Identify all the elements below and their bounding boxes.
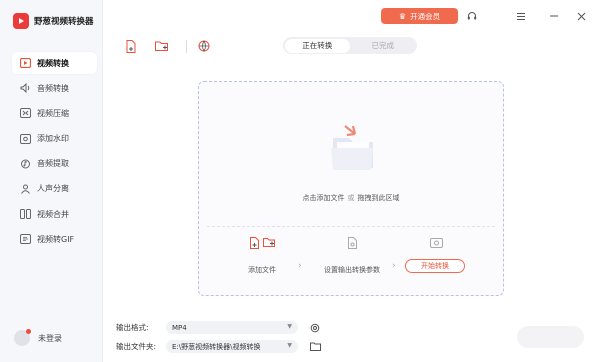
sidebar-item-video-merge[interactable]: 视频合并: [12, 203, 97, 225]
sidebar-item-audio-convert[interactable]: 音频转换: [12, 77, 97, 99]
tab-done[interactable]: 已完成: [350, 39, 416, 53]
globe-icon[interactable]: [197, 39, 211, 53]
convert-all-button[interactable]: [517, 326, 584, 348]
audio-extract-icon: [19, 158, 31, 170]
add-file-icon[interactable]: [124, 39, 138, 53]
vip-button-label: 开通会员: [410, 11, 441, 21]
sidebar-item-label: 添加水印: [37, 134, 69, 144]
convert-icon: [429, 237, 443, 250]
output-format-value: MP4: [172, 323, 187, 332]
add-file-icon: [249, 237, 260, 251]
settings-file-icon: [347, 237, 358, 251]
chevron-down-icon: ▼: [287, 342, 292, 349]
menu-icon[interactable]: [515, 10, 527, 22]
chevron-right-icon: ›: [298, 261, 302, 271]
video-compress-icon: [19, 107, 31, 119]
login-status: 未登录: [38, 333, 62, 343]
video-convert-icon: [19, 57, 31, 69]
start-convert-button[interactable]: 开始转换: [405, 259, 465, 273]
step-start: [396, 153, 476, 250]
audio-convert-icon: [19, 82, 31, 94]
step-set-params-label: 设置输出转换参数: [324, 266, 380, 274]
sidebar-item-video-convert[interactable]: 视频转换: [12, 52, 97, 74]
step-add-files-label: 添加文件: [248, 266, 276, 274]
step-add-files: 添加文件: [222, 153, 302, 275]
sidebar-item-watermark[interactable]: 添加水印: [12, 128, 97, 150]
video-merge-icon: [19, 208, 31, 220]
step-set-params: 设置输出转换参数: [312, 153, 392, 275]
sidebar-item-label: 人声分离: [37, 184, 69, 194]
app-logo-icon: [13, 13, 29, 29]
folder-icon[interactable]: [309, 341, 321, 353]
app-name: 野葱视频转换器: [34, 17, 94, 27]
output-folder-select[interactable]: E:\野葱视频转换器\视频转换 ▼: [166, 340, 298, 353]
app-brand: 野葱视频转换器: [13, 13, 94, 29]
voice-separate-icon: [19, 183, 31, 195]
conversion-tabs: 正在转换 已完成: [283, 37, 417, 54]
video-gif-icon: [19, 233, 31, 245]
crown-icon: ♛: [398, 11, 407, 21]
output-format-row: 输出格式: MP4 ▼: [116, 321, 321, 334]
sidebar-item-label: 音频转换: [37, 83, 69, 93]
sidebar-nav: 视频转换 音频转换 视频压缩 添加水印 音频提取 人声分离 视频合并 视频转GI…: [12, 52, 97, 254]
watermark-icon: [19, 133, 31, 145]
sidebar: 野葱视频转换器 视频转换 音频转换 视频压缩 添加水印 音频提取 人声分离 视频…: [0, 0, 103, 362]
output-format-select[interactable]: MP4 ▼: [166, 321, 298, 334]
chevron-right-icon: ›: [392, 261, 396, 271]
sidebar-item-video-compress[interactable]: 视频压缩: [12, 102, 97, 124]
add-folder-icon[interactable]: [154, 39, 168, 53]
vip-button[interactable]: ♛ 开通会员: [381, 8, 458, 24]
close-icon[interactable]: [575, 10, 587, 22]
gear-icon[interactable]: [309, 322, 321, 334]
output-folder-value: E:\野葱视频转换器\视频转换: [172, 342, 261, 351]
sidebar-item-video-gif[interactable]: 视频转GIF: [12, 228, 97, 250]
sidebar-item-label: 视频转GIF: [37, 234, 75, 244]
sidebar-item-label: 音频提取: [37, 159, 69, 169]
output-format-label: 输出格式:: [116, 323, 149, 332]
user-login[interactable]: 未登录: [14, 329, 62, 346]
sidebar-item-label: 视频转换: [37, 58, 69, 68]
sidebar-item-audio-extract[interactable]: 音频提取: [12, 153, 97, 175]
minimize-icon[interactable]: [548, 10, 560, 22]
sidebar-item-voice-separate[interactable]: 人声分离: [12, 178, 97, 200]
sidebar-item-label: 视频压缩: [37, 108, 69, 118]
tab-converting[interactable]: 正在转换: [284, 38, 350, 53]
headset-icon[interactable]: [466, 10, 478, 22]
add-folder-icon: [263, 237, 275, 251]
output-folder-label: 输出文件夹:: [116, 342, 157, 351]
topbar: ♛ 开通会员: [103, 0, 600, 32]
chevron-down-icon: ▼: [287, 323, 292, 330]
toolbar-divider: [186, 40, 187, 53]
sidebar-item-label: 视频合并: [37, 209, 69, 219]
output-folder-row: 输出文件夹: E:\野葱视频转换器\视频转换 ▼: [116, 340, 321, 353]
avatar[interactable]: [14, 329, 31, 346]
